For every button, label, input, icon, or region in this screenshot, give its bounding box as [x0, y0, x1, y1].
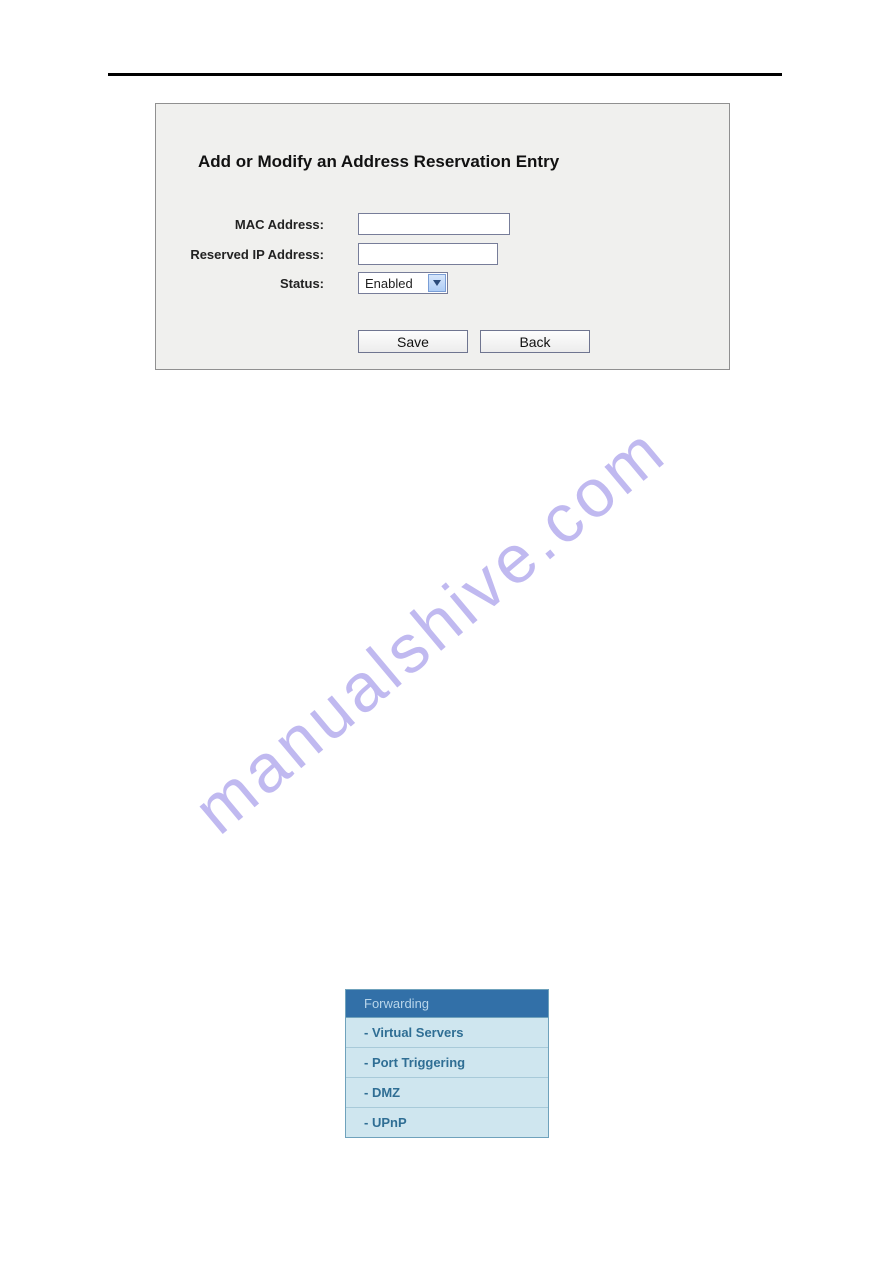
status-select-value: Enabled [365, 276, 413, 291]
nav-item-dmz[interactable]: - DMZ [346, 1078, 548, 1108]
save-button[interactable]: Save [358, 330, 468, 353]
status-label: Status: [156, 276, 324, 291]
status-select[interactable]: Enabled [358, 272, 448, 294]
reserved-ip-input[interactable] [358, 243, 498, 265]
watermark-text: manualshive.com [179, 411, 680, 849]
save-button-label: Save [397, 334, 429, 350]
nav-item-port-triggering[interactable]: - Port Triggering [346, 1048, 548, 1078]
nav-item-upnp[interactable]: - UPnP [346, 1108, 548, 1137]
forwarding-nav-menu: Forwarding - Virtual Servers - Port Trig… [345, 989, 549, 1138]
chevron-down-icon [428, 274, 446, 292]
row-mac-address: MAC Address: [156, 213, 729, 241]
back-button-label: Back [519, 334, 550, 350]
back-button[interactable]: Back [480, 330, 590, 353]
mac-address-label: MAC Address: [156, 217, 324, 232]
top-horizontal-rule [108, 73, 782, 76]
row-reserved-ip: Reserved IP Address: [156, 243, 729, 271]
reserved-ip-label: Reserved IP Address: [156, 247, 324, 262]
nav-item-virtual-servers[interactable]: - Virtual Servers [346, 1018, 548, 1048]
row-status: Status: Enabled [156, 272, 729, 300]
nav-header-forwarding[interactable]: Forwarding [346, 990, 548, 1018]
button-row: Save Back [358, 330, 590, 353]
form-title: Add or Modify an Address Reservation Ent… [198, 152, 559, 172]
address-reservation-panel: Add or Modify an Address Reservation Ent… [155, 103, 730, 370]
mac-address-input[interactable] [358, 213, 510, 235]
